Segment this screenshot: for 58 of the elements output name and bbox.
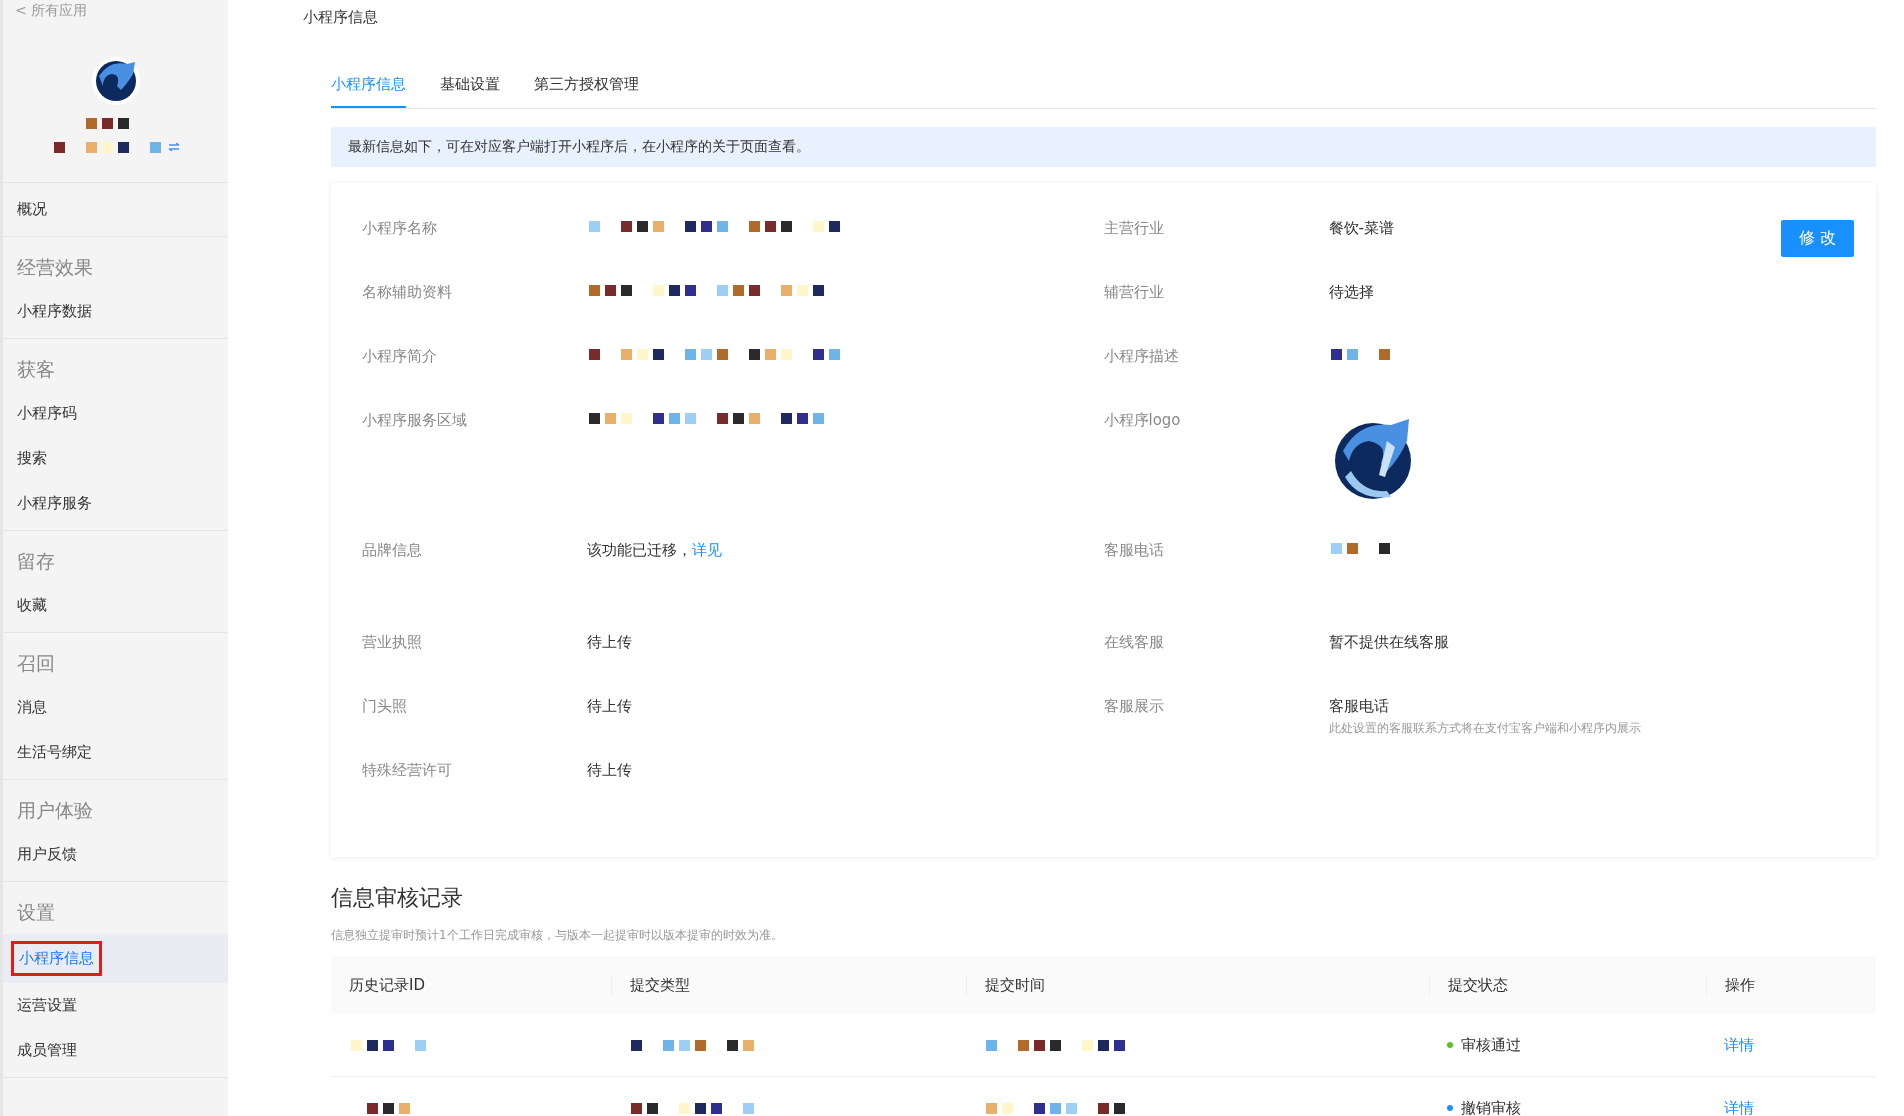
column-header: 操作 [1725,975,1755,994]
menu-item[interactable]: 收藏 [3,583,228,628]
field-value: 暂不提供在线客服 [1328,633,1450,652]
menu-item[interactable]: 小程序数据 [3,289,228,334]
field-label: 小程序描述 [1103,346,1180,366]
pixelated-text [1328,541,1393,555]
field-label: 主营行业 [1103,218,1165,238]
column-header: 提交状态 [1448,975,1508,994]
field-value: 客服电话 [1328,697,1390,716]
menu-item[interactable]: 搜索 [3,436,228,481]
field-label: 小程序简介 [362,346,438,366]
field-label: 特殊经营许可 [362,760,453,780]
menu-group-title: 留存 [16,549,56,574]
menu-item[interactable]: 小程序码 [3,391,228,436]
field-value: 待上传 [587,697,633,716]
tab[interactable]: 基础设置 [440,67,500,108]
page-title: 小程序信息 [303,7,379,27]
field-note: 此处设置的客服联系方式将在支付宝客户端和小程序内展示 [1328,720,1642,737]
section-title: 信息审核记录 [331,884,464,912]
menu-item[interactable]: 小程序信息 [3,934,228,983]
menu-item[interactable]: 运营设置 [3,983,228,1028]
field-label: 名称辅助资料 [362,282,453,302]
field-label: 品牌信息 [362,540,423,560]
column-header: 历史记录ID [349,975,425,994]
field-value: 待上传 [587,761,633,780]
field-label: 小程序名称 [362,218,438,238]
field-label: 辅营行业 [1103,282,1165,302]
pixelated-text [1328,347,1393,361]
info-notice: 最新信息如下，可在对应客户端打开小程序后，在小程序的关于页面查看。 [331,127,1876,167]
status-text: 撤销审核 [1461,1098,1521,1116]
tab[interactable]: 第三方授权管理 [534,67,639,108]
switch-icon[interactable] [167,142,180,152]
field-value: 待上传 [587,633,633,652]
field-value: 待选择 [1328,283,1375,302]
menu-group-title: 召回 [16,651,56,676]
menu-group-title: 经营效果 [16,255,94,280]
menu-item[interactable]: 生活号绑定 [3,730,228,775]
column-header: 提交类型 [630,975,690,994]
menu-item[interactable]: 消息 [3,685,228,730]
column-header: 提交时间 [985,975,1045,994]
field-value: 该功能已迁移，详见 [587,541,723,560]
field-label: 营业执照 [362,632,423,652]
menu-item[interactable]: 用户反馈 [3,832,228,877]
menu-item[interactable]: 成员管理 [3,1028,228,1073]
app-logo-icon [90,56,141,106]
menu-item[interactable]: 小程序服务 [3,481,228,526]
field-label: 客服展示 [1103,696,1165,716]
field-label: 在线客服 [1103,632,1165,652]
status-text: 审核通过 [1461,1035,1521,1055]
section-description: 信息独立提审时预计1个工作日完成审核，与版本一起提审时以版本提审的时效为准。 [331,927,784,944]
field-label: 小程序服务区域 [362,410,468,430]
menu-group-title: 获客 [16,357,56,382]
field-label: 客服电话 [1103,540,1165,560]
menu-item[interactable]: 概况 [3,187,228,232]
menu-group-title: 用户体验 [16,798,94,823]
menu-group-title: 设置 [16,900,56,925]
field-label: 门头照 [362,696,408,716]
field-label: 小程序logo [1103,410,1182,430]
